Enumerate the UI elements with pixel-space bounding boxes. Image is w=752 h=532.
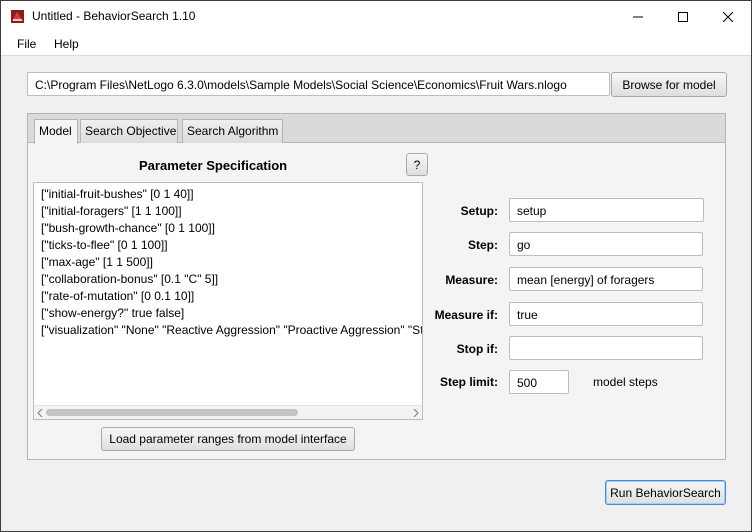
stop-if-label: Stop if:: [456, 342, 498, 356]
setup-label: Setup:: [460, 204, 498, 218]
menu-file[interactable]: File: [17, 37, 36, 51]
stop-if-field[interactable]: [509, 336, 703, 360]
param-line: ["visualization" "None" "Reactive Aggres…: [41, 323, 423, 337]
parameter-spec-title: Parameter Specification: [139, 158, 288, 173]
minimize-icon: [632, 16, 643, 17]
menu-bar: File Help: [1, 32, 751, 56]
maximize-icon: [677, 11, 688, 22]
step-limit-field[interactable]: 500: [509, 370, 569, 394]
run-behaviorsearch-button[interactable]: Run BehaviorSearch: [605, 480, 726, 505]
model-path-field[interactable]: C:\Program Files\NetLogo 6.3.0\models\Sa…: [27, 72, 610, 96]
maximize-button[interactable]: [660, 1, 705, 32]
window-title: Untitled - BehaviorSearch 1.10: [32, 9, 196, 23]
scroll-thumb[interactable]: [46, 409, 298, 416]
param-line: ["rate-of-mutation" [0 0.1 10]]: [41, 289, 195, 303]
step-field[interactable]: go: [509, 232, 703, 256]
param-line: ["initial-foragers" [1 1 100]]: [41, 204, 182, 218]
horizontal-scrollbar[interactable]: [34, 405, 422, 419]
tab-search-objective[interactable]: Search Objective: [80, 119, 178, 143]
tab-strip: Model Search Objective Search Algorithm: [28, 114, 725, 144]
measure-if-field[interactable]: true: [509, 302, 703, 326]
scroll-left-icon[interactable]: [37, 409, 43, 417]
browse-model-button[interactable]: Browse for model: [611, 72, 727, 97]
help-button[interactable]: ?: [406, 153, 428, 176]
measure-field[interactable]: mean [energy] of foragers: [509, 267, 703, 291]
behaviorsearch-app-icon: [11, 10, 24, 23]
param-line: ["show-energy?" true false]: [41, 306, 185, 320]
close-icon: [722, 11, 733, 22]
menu-help[interactable]: Help: [54, 37, 79, 51]
param-line: ["ticks-to-flee" [0 1 100]]: [41, 238, 168, 252]
app-window: Untitled - BehaviorSearch 1.10 File Help…: [0, 0, 752, 532]
tab-search-algorithm[interactable]: Search Algorithm: [182, 119, 283, 143]
parameter-spec-textarea[interactable]: ["initial-fruit-bushes" [0 1 40]] ["init…: [33, 182, 423, 420]
setup-field[interactable]: setup: [509, 198, 704, 222]
measure-label: Measure:: [445, 273, 498, 287]
load-parameter-ranges-button[interactable]: Load parameter ranges from model interfa…: [101, 427, 355, 451]
step-limit-suffix: model steps: [593, 375, 658, 389]
step-label: Step:: [468, 238, 498, 252]
step-limit-label: Step limit:: [439, 375, 498, 389]
tab-model[interactable]: Model: [34, 119, 78, 144]
minimize-button[interactable]: [615, 1, 660, 32]
title-bar[interactable]: Untitled - BehaviorSearch 1.10: [1, 1, 751, 32]
measure-if-label: Measure if:: [434, 308, 498, 322]
close-button[interactable]: [705, 1, 750, 32]
scroll-right-icon[interactable]: [413, 409, 419, 417]
param-line: ["max-age" [1 1 500]]: [41, 255, 153, 269]
param-line: ["bush-growth-chance" [0 1 100]]: [41, 221, 215, 235]
param-line: ["initial-fruit-bushes" [0 1 40]]: [41, 187, 194, 201]
param-line: ["collaboration-bonus" [0.1 "C" 5]]: [41, 272, 219, 286]
